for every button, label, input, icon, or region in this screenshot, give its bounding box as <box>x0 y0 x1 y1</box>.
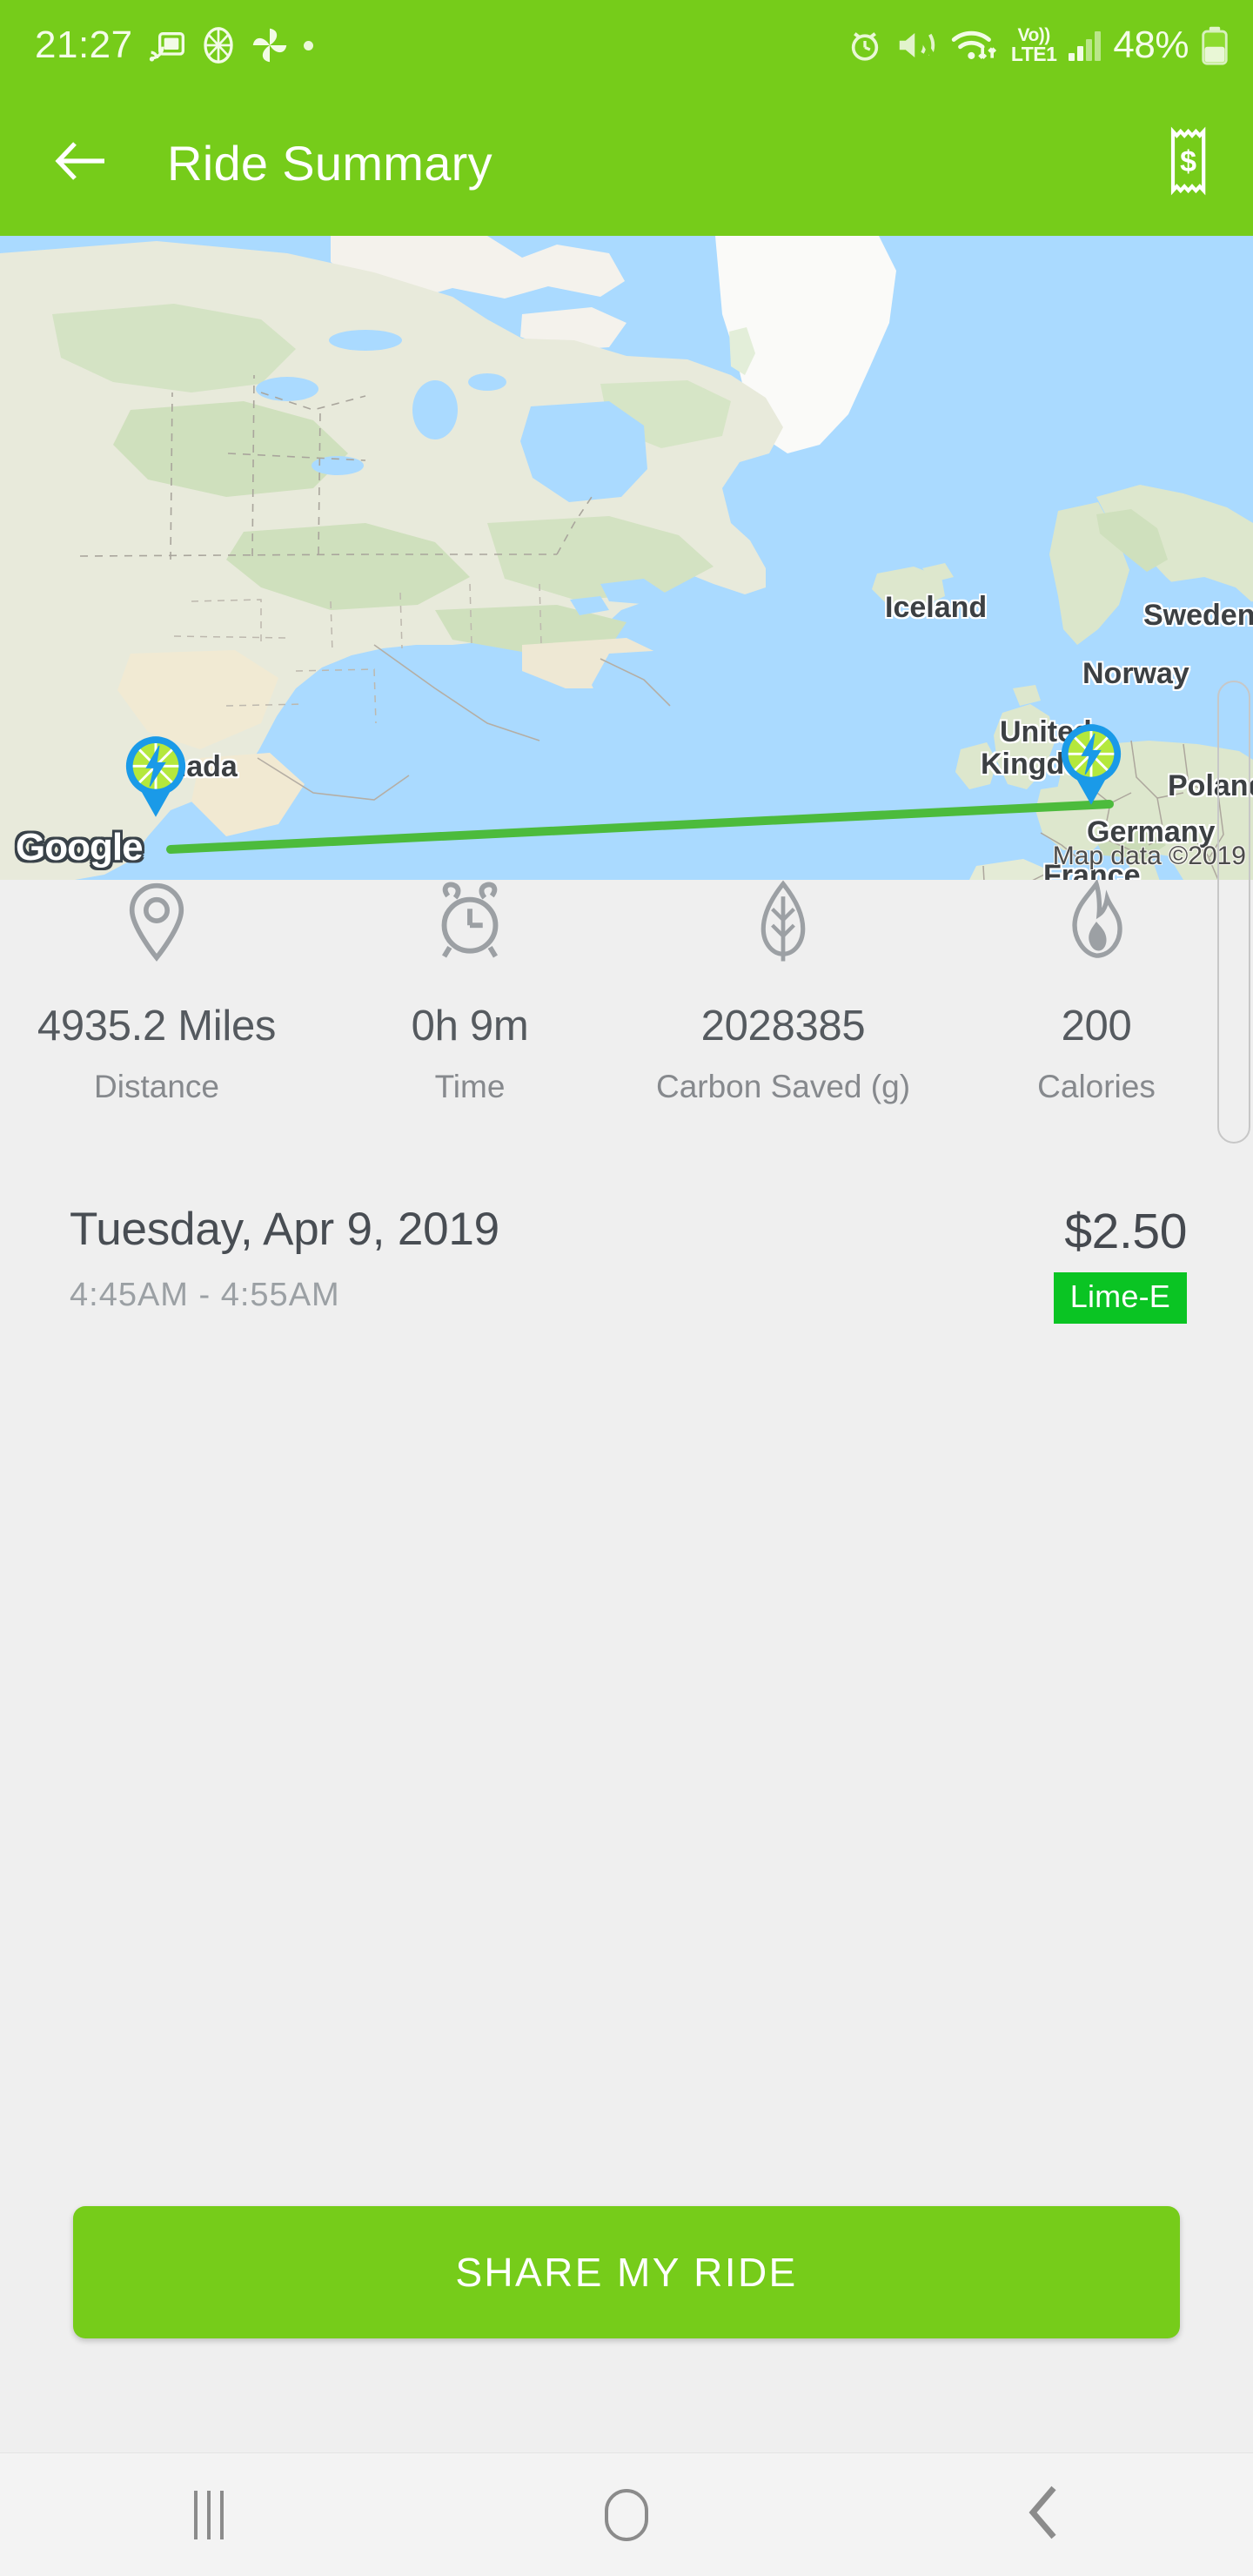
signal-bars-icon <box>1069 30 1101 61</box>
stat-value: 200 <box>1062 1002 1132 1050</box>
receipt-dollar-icon[interactable]: $ <box>1166 126 1211 200</box>
battery-icon <box>1201 25 1229 65</box>
ride-detail-right: $2.50 Lime-E <box>1054 1203 1187 1324</box>
stat-carbon-saved: 2028385 Carbon Saved (g) <box>626 880 940 1105</box>
nav-back-button[interactable] <box>835 2453 1253 2576</box>
stat-label: Time <box>435 1069 506 1105</box>
ride-start-marker[interactable] <box>122 734 190 819</box>
stat-distance: 4935.2 Miles Distance <box>0 880 313 1105</box>
route-map[interactable]: Canada United States Mexico Iceland Swed… <box>0 236 1253 880</box>
volte-bottom-label: LTE1 <box>1011 44 1057 64</box>
battery-percent-label: 48% <box>1113 23 1189 67</box>
stat-label: Carbon Saved (g) <box>656 1069 910 1105</box>
alarm-icon <box>848 27 882 64</box>
nav-home-button[interactable] <box>418 2453 835 2576</box>
volte-top-label: Vo)) <box>1018 26 1050 44</box>
stat-label: Calories <box>1037 1069 1156 1105</box>
ride-detail-left: Tuesday, Apr 9, 2019 4:45AM - 4:55AM <box>70 1203 499 1314</box>
stat-calories: 200 Calories <box>940 880 1253 1105</box>
stat-label: Distance <box>94 1069 219 1105</box>
svg-text:$: $ <box>1180 145 1196 178</box>
stat-value: 0h 9m <box>412 1002 529 1050</box>
app-bar: Ride Summary $ <box>0 91 1253 236</box>
mute-vibrate-icon <box>895 27 938 64</box>
dot-icon <box>304 41 313 50</box>
phone-screen: 21:27 <box>0 0 1253 2576</box>
location-pin-icon <box>124 880 189 963</box>
back-button[interactable] <box>54 137 110 190</box>
lime-citrus-icon <box>201 26 236 64</box>
ride-end-marker[interactable] <box>1057 721 1125 807</box>
stat-value: 2028385 <box>701 1002 866 1050</box>
ride-detail-row[interactable]: Tuesday, Apr 9, 2019 4:45AM - 4:55AM $2.… <box>0 1203 1253 1324</box>
home-icon <box>605 2489 648 2541</box>
google-watermark: Google <box>16 826 143 869</box>
recents-icon <box>194 2491 224 2539</box>
nav-recents-button[interactable] <box>0 2453 418 2576</box>
pinwheel-icon <box>251 27 288 64</box>
share-my-ride-button[interactable]: SHARE MY RIDE <box>73 2206 1180 2338</box>
wifi-data-icon <box>950 26 999 64</box>
nav-back-icon <box>1026 2485 1062 2545</box>
status-bar-right: Vo)) LTE1 48% <box>848 23 1229 67</box>
stat-time: 0h 9m Time <box>313 880 626 1105</box>
system-nav-bar <box>0 2452 1253 2576</box>
vehicle-type-badge: Lime-E <box>1054 1272 1187 1324</box>
volte-icon: Vo)) LTE1 <box>1011 26 1057 64</box>
alarm-clock-icon <box>435 880 505 963</box>
stat-value: 4935.2 Miles <box>37 1002 276 1050</box>
ride-date: Tuesday, Apr 9, 2019 <box>70 1203 499 1256</box>
cast-icon <box>149 28 185 63</box>
page-title: Ride Summary <box>167 135 492 191</box>
status-bar: 21:27 <box>0 0 1253 91</box>
ride-time-range: 4:45AM - 4:55AM <box>70 1277 499 1314</box>
status-bar-clock: 21:27 <box>35 23 133 67</box>
status-bar-left: 21:27 <box>35 23 313 67</box>
ride-stats-row: 4935.2 Miles Distance 0h 9m Time <box>0 880 1253 1105</box>
leaf-icon <box>756 880 810 963</box>
flame-icon <box>1066 880 1127 963</box>
ride-price: $2.50 <box>1064 1203 1187 1260</box>
